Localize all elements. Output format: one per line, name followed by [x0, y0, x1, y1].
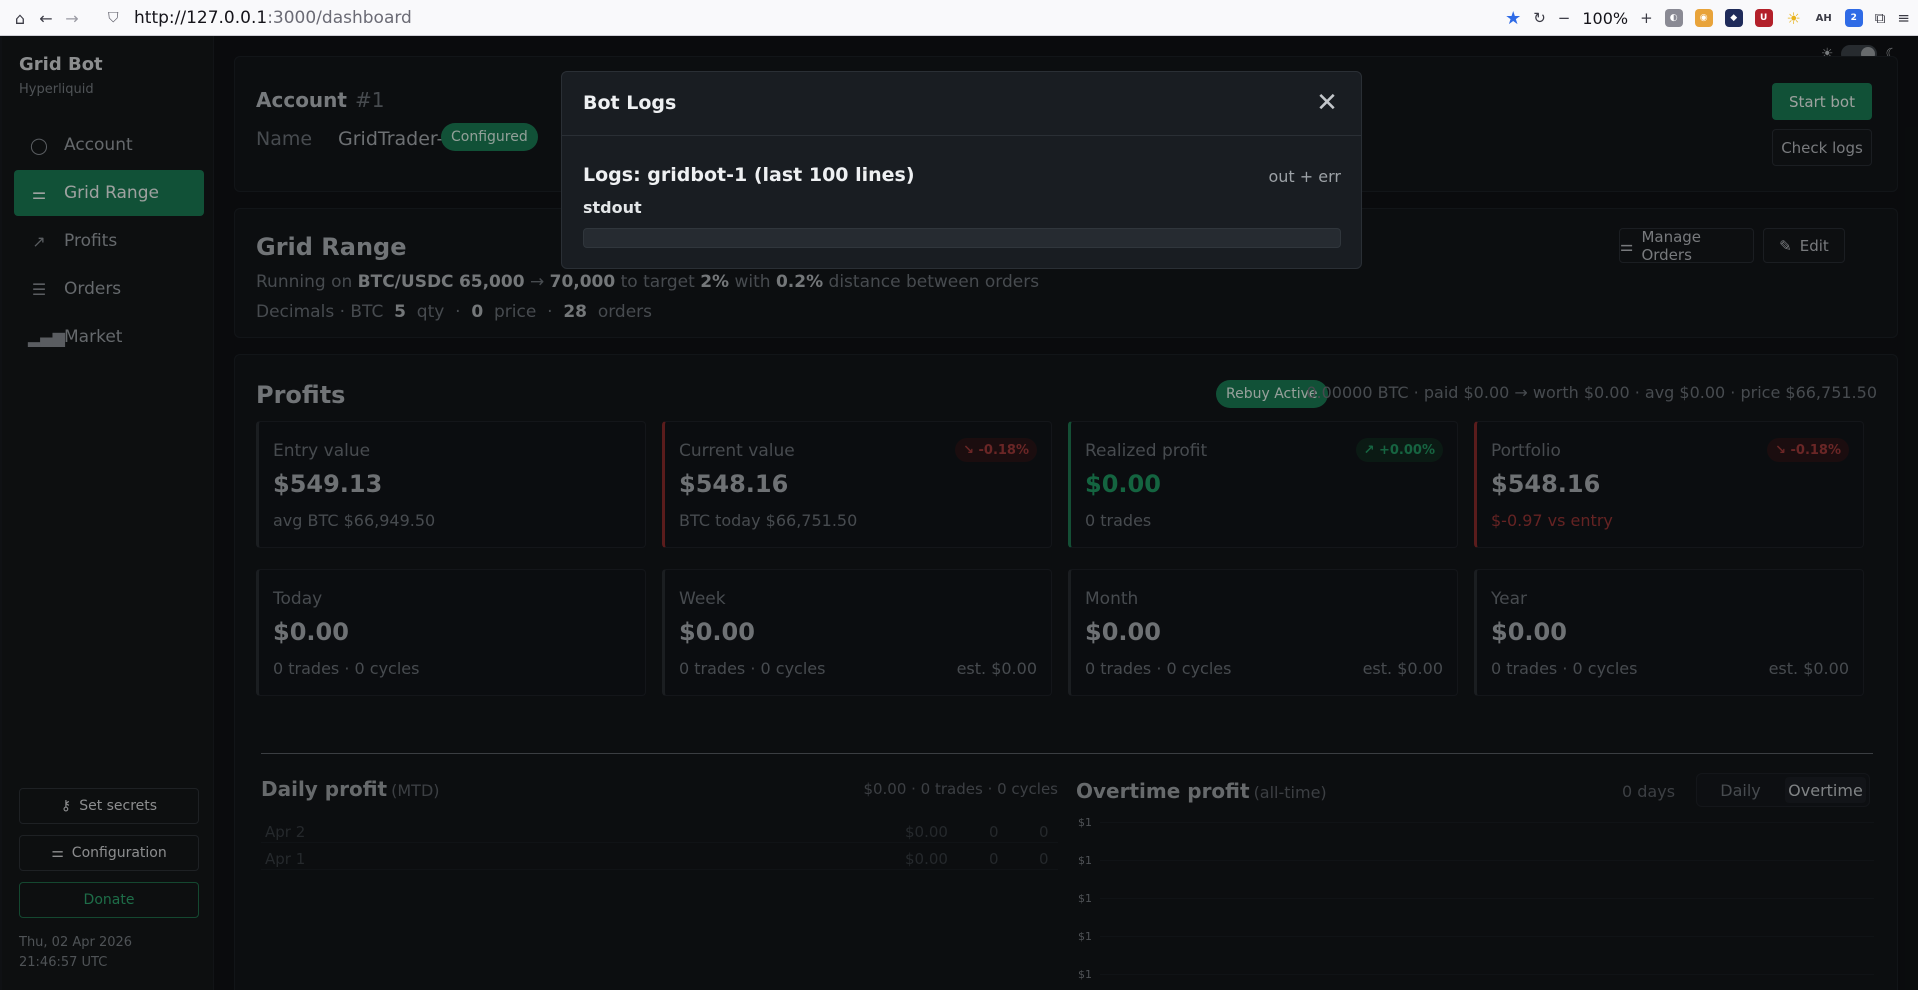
menu-icon[interactable]: ≡ — [1897, 9, 1910, 27]
extension-icon[interactable]: AH — [1815, 9, 1833, 27]
back-icon[interactable]: ← — [32, 4, 60, 32]
extension-badge-icon[interactable]: 2 — [1844, 9, 1863, 27]
zoom-out-icon[interactable]: − — [1558, 9, 1571, 27]
modal-title: Bot Logs — [583, 92, 677, 114]
close-icon[interactable]: ✕ — [1313, 88, 1341, 118]
shield-icon: ⛉ — [108, 10, 119, 26]
zoom-level[interactable]: 100% — [1582, 9, 1628, 28]
extension-icon[interactable]: ◐ — [1664, 9, 1683, 27]
logs-stream-meta: out + err — [1268, 167, 1342, 186]
reload-icon[interactable]: ↻ — [1533, 9, 1546, 27]
ublock-icon[interactable]: U — [1754, 9, 1773, 27]
browser-toolbar: ⌂ ← → ⛉ http://127.0.0.1:3000/dashboard … — [0, 0, 1918, 36]
extension-icon[interactable]: ◉ — [1694, 9, 1713, 27]
extension-icon[interactable]: ◆ — [1724, 9, 1743, 27]
extensions-puzzle-icon[interactable]: ⧉ — [1875, 9, 1886, 27]
home-icon[interactable]: ⌂ — [6, 4, 34, 32]
browser-tools: ★ ↻ − 100% + ◐ ◉ ◆ U ☀ AH 2 ⧉ ≡ — [1505, 4, 1910, 32]
logs-title: Logs: gridbot-1 (last 100 lines) — [583, 164, 915, 186]
modal-header: Bot Logs ✕ — [562, 72, 1361, 136]
address-bar[interactable]: ⛉ http://127.0.0.1:3000/dashboard — [108, 5, 1408, 31]
forward-icon[interactable]: → — [58, 4, 86, 32]
stdout-output[interactable] — [583, 228, 1341, 248]
sun-extension-icon[interactable]: ☀ — [1785, 9, 1803, 28]
url-path: :3000/dashboard — [267, 8, 412, 28]
bookmark-star-icon[interactable]: ★ — [1505, 8, 1521, 29]
app-root: Grid Bot Hyperliquid ◯ Account ⚌ Grid Ra… — [2, 36, 1918, 990]
stdout-label: stdout — [583, 198, 642, 217]
bot-logs-modal: Bot Logs ✕ Logs: gridbot-1 (last 100 lin… — [561, 71, 1362, 269]
zoom-in-icon[interactable]: + — [1640, 9, 1653, 27]
url-host: http://127.0.0.1 — [134, 8, 268, 28]
